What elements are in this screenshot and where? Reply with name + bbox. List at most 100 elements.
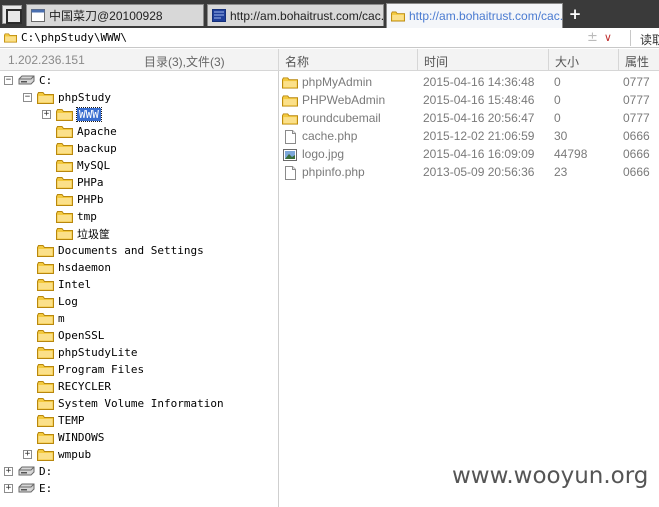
app-window-icon[interactable] bbox=[2, 5, 22, 24]
file-row-roundcubemail[interactable]: roundcubemail 2015-04-16 20:56:47 0 0777 bbox=[279, 110, 659, 127]
folder-icon bbox=[56, 109, 73, 121]
tree-folder-intel[interactable]: Intel bbox=[37, 276, 91, 293]
tree-drive-e[interactable]: E: bbox=[18, 480, 52, 497]
folder-icon bbox=[56, 194, 73, 206]
tab-caidao[interactable]: 中国菜刀@20100928 bbox=[26, 4, 204, 26]
tree-label: m bbox=[58, 312, 65, 325]
file-size: 30 bbox=[554, 129, 568, 143]
tree-folder-mysql[interactable]: MySQL bbox=[56, 157, 110, 174]
expand-toggle[interactable]: + bbox=[4, 484, 13, 493]
tab-bar: 中国菜刀@20100928 http://am.bohaitrust.com/c… bbox=[0, 0, 659, 28]
file-row-phpmyadmin[interactable]: phpMyAdmin 2015-04-16 14:36:48 0 0777 bbox=[279, 74, 659, 91]
file-attr: 0666 bbox=[623, 165, 650, 179]
new-tab-button[interactable]: + bbox=[567, 6, 583, 22]
file-name: phpinfo.php bbox=[302, 165, 365, 179]
tree-folder-apache[interactable]: Apache bbox=[56, 123, 117, 140]
tree-label: PHPb bbox=[77, 193, 104, 206]
add-bookmark-button[interactable]: ± bbox=[587, 30, 598, 45]
drive-icon bbox=[18, 466, 35, 477]
file-time: 2015-12-02 21:06:59 bbox=[423, 129, 535, 143]
col-name-header[interactable]: 名称 bbox=[285, 53, 309, 70]
collapse-toggle[interactable]: − bbox=[23, 93, 32, 102]
divider bbox=[417, 49, 418, 71]
folder-icon bbox=[37, 245, 54, 257]
file-row-cache-php[interactable]: cache.php 2015-12-02 21:06:59 30 0666 bbox=[279, 128, 659, 145]
drive-icon bbox=[18, 483, 35, 494]
tree-folder-windows[interactable]: WINDOWS bbox=[37, 429, 104, 446]
folder-icon bbox=[56, 211, 73, 223]
tree-drive-d[interactable]: D: bbox=[18, 463, 52, 480]
tree-label: Log bbox=[58, 295, 78, 308]
tree-label: Intel bbox=[58, 278, 92, 291]
col-size-header[interactable]: 大小 bbox=[555, 53, 579, 70]
folder-icon bbox=[37, 381, 54, 393]
file-size: 0 bbox=[554, 111, 561, 125]
col-time-header[interactable]: 时间 bbox=[424, 53, 448, 70]
tree-label: tmp bbox=[77, 210, 97, 223]
folder-icon bbox=[37, 330, 54, 342]
folder-icon bbox=[282, 112, 298, 126]
tree-folder-hsdaemon[interactable]: hsdaemon bbox=[37, 259, 111, 276]
tree-folder-program-files[interactable]: Program Files bbox=[37, 361, 144, 378]
tree-label: Apache bbox=[77, 125, 117, 138]
folder-icon bbox=[282, 76, 298, 90]
tree-label: RECYCLER bbox=[58, 380, 111, 393]
folder-icon bbox=[37, 296, 54, 308]
expand-toggle[interactable]: + bbox=[23, 450, 32, 459]
tree-label: C: bbox=[39, 74, 53, 87]
tree-folder-backup[interactable]: backup bbox=[56, 140, 117, 157]
tree-label: hsdaemon bbox=[58, 261, 111, 274]
tree-folder-trash[interactable]: 垃圾筐 bbox=[56, 225, 110, 242]
tree-folder-phpa[interactable]: PHPa bbox=[56, 174, 104, 191]
file-time: 2015-04-16 16:09:09 bbox=[423, 147, 535, 161]
tree-folder-recycler[interactable]: RECYCLER bbox=[37, 378, 111, 395]
folder-icon bbox=[391, 10, 405, 23]
file-name: logo.jpg bbox=[302, 147, 345, 161]
tree-label: TEMP bbox=[58, 414, 85, 427]
file-row-phpinfo-php[interactable]: phpinfo.php 2013-05-09 20:56:36 23 0666 bbox=[279, 164, 659, 181]
tab-url-2-active[interactable]: http://am.bohaitrust.com/cac... bbox=[386, 3, 563, 28]
folder-icon bbox=[37, 398, 54, 410]
tree-folder-m[interactable]: m bbox=[37, 310, 65, 327]
folder-icon bbox=[37, 432, 54, 444]
tree-folder-phpstudy[interactable]: phpStudy bbox=[37, 89, 111, 106]
file-name: cache.php bbox=[302, 129, 358, 143]
tree-folder-log[interactable]: Log bbox=[37, 293, 78, 310]
file-icon bbox=[282, 130, 298, 144]
file-name: roundcubemail bbox=[302, 111, 381, 125]
file-icon bbox=[282, 166, 298, 180]
tree-folder-openssl[interactable]: OpenSSL bbox=[37, 327, 104, 344]
tree-folder-wmpub[interactable]: wmpub bbox=[37, 446, 91, 463]
tree-label: OpenSSL bbox=[58, 329, 105, 342]
expand-toggle[interactable]: + bbox=[4, 467, 13, 476]
tree-folder-documents-and-settings[interactable]: Documents and Settings bbox=[37, 242, 204, 259]
folder-icon bbox=[37, 347, 54, 359]
folder-icon bbox=[282, 94, 298, 108]
tree-drive-c[interactable]: C: bbox=[18, 72, 52, 89]
tree-folder-temp[interactable]: TEMP bbox=[37, 412, 85, 429]
terminal-icon bbox=[212, 9, 226, 22]
tree-folder-www-selected[interactable]: WWW bbox=[56, 106, 102, 123]
tree-folder-system-volume-information[interactable]: System Volume Information bbox=[37, 395, 224, 412]
folder-icon bbox=[37, 313, 54, 325]
tree-folder-phpb[interactable]: PHPb bbox=[56, 191, 104, 208]
expand-toggle[interactable]: + bbox=[42, 110, 51, 119]
tree-folder-tmp[interactable]: tmp bbox=[56, 208, 97, 225]
file-attr: 0777 bbox=[623, 111, 650, 125]
file-row-phpwebadmin[interactable]: PHPWebAdmin 2015-04-16 15:48:46 0 0777 bbox=[279, 92, 659, 109]
tree-folder-phpstudylite[interactable]: phpStudyLite bbox=[37, 344, 137, 361]
folder-icon bbox=[56, 177, 73, 189]
path-input[interactable]: C:\phpStudy\WWW\ bbox=[21, 31, 127, 44]
collapse-toggle[interactable]: − bbox=[4, 76, 13, 85]
tab-label: 中国菜刀@20100928 bbox=[49, 9, 163, 23]
tab-url-1[interactable]: http://am.bohaitrust.com/cac... bbox=[207, 4, 384, 26]
col-attr-header[interactable]: 属性 bbox=[625, 53, 649, 70]
tree-label: PHPa bbox=[77, 176, 104, 189]
history-dropdown-button[interactable]: ∨ bbox=[604, 31, 612, 44]
tree-label: 垃圾筐 bbox=[77, 227, 110, 241]
read-button[interactable]: 读取 bbox=[640, 31, 659, 48]
tree-label: wmpub bbox=[58, 448, 92, 461]
file-name: phpMyAdmin bbox=[302, 75, 373, 89]
file-row-logo-jpg[interactable]: logo.jpg 2015-04-16 16:09:09 44798 0666 bbox=[279, 146, 659, 163]
address-bar: C:\phpStudy\WWW\ ± ∨ 读取 bbox=[0, 28, 659, 48]
